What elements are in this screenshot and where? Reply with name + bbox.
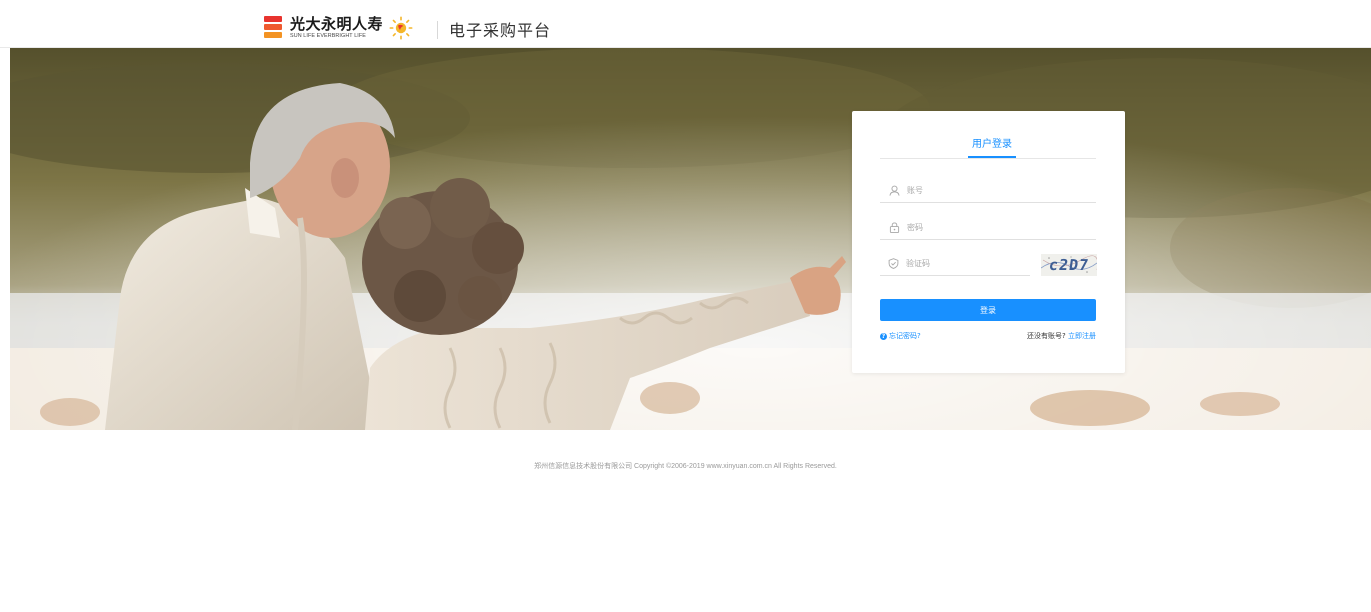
active-tab-indicator [968, 156, 1016, 158]
lock-icon [888, 222, 900, 234]
password-field [880, 216, 1096, 240]
password-input[interactable] [907, 223, 1057, 232]
login-card: 用户登录 账号 验证码 c2D7 登录 ? 忘记密码? 还没有账号? 立即注册 [852, 111, 1125, 373]
register-row: 还没有账号? 立即注册 [1027, 331, 1096, 341]
company-logo[interactable]: 光大永明人寿 SUN LIFE EVERBRIGHT LIFE [264, 15, 413, 41]
login-button[interactable]: 登录 [880, 299, 1096, 321]
shield-check-icon [888, 258, 899, 270]
footer-copyright: 郑州信源信息技术股份有限公司 Copyright ©2006-2019 www.… [534, 463, 837, 470]
captcha-code: c2D7 [1047, 256, 1091, 274]
no-account-text: 还没有账号? [1027, 332, 1066, 340]
question-circle-icon: ? [880, 332, 887, 340]
captcha-input[interactable] [906, 259, 1030, 268]
header-divider [437, 21, 438, 39]
captcha-image[interactable]: c2D7 [1041, 254, 1097, 276]
forgot-password-link[interactable]: ? 忘记密码? [880, 331, 921, 341]
user-icon [888, 185, 900, 197]
elderly-couple-photo [10, 48, 1371, 430]
register-link[interactable]: 立即注册 [1068, 332, 1096, 340]
sun-emblem-icon [389, 16, 413, 40]
tab-user-login[interactable]: 用户登录 [972, 135, 1012, 156]
logo-english-name: SUN LIFE EVERBRIGHT LIFE [290, 32, 366, 39]
captcha-field [880, 252, 1030, 276]
hero-banner-image [10, 48, 1371, 430]
username-input[interactable] [907, 186, 1057, 195]
username-field [880, 179, 1096, 203]
logo-mark-icon [264, 16, 284, 40]
forgot-password-label: 忘记密码? [889, 332, 921, 340]
platform-title: 电子采购平台 [449, 21, 552, 40]
top-header: 光大永明人寿 SUN LIFE EVERBRIGHT LIFE 电子采购平台 [0, 0, 1371, 48]
logo-chinese-name: 光大永明人寿 [290, 14, 384, 33]
login-tab-row: 用户登录 [880, 135, 1096, 159]
